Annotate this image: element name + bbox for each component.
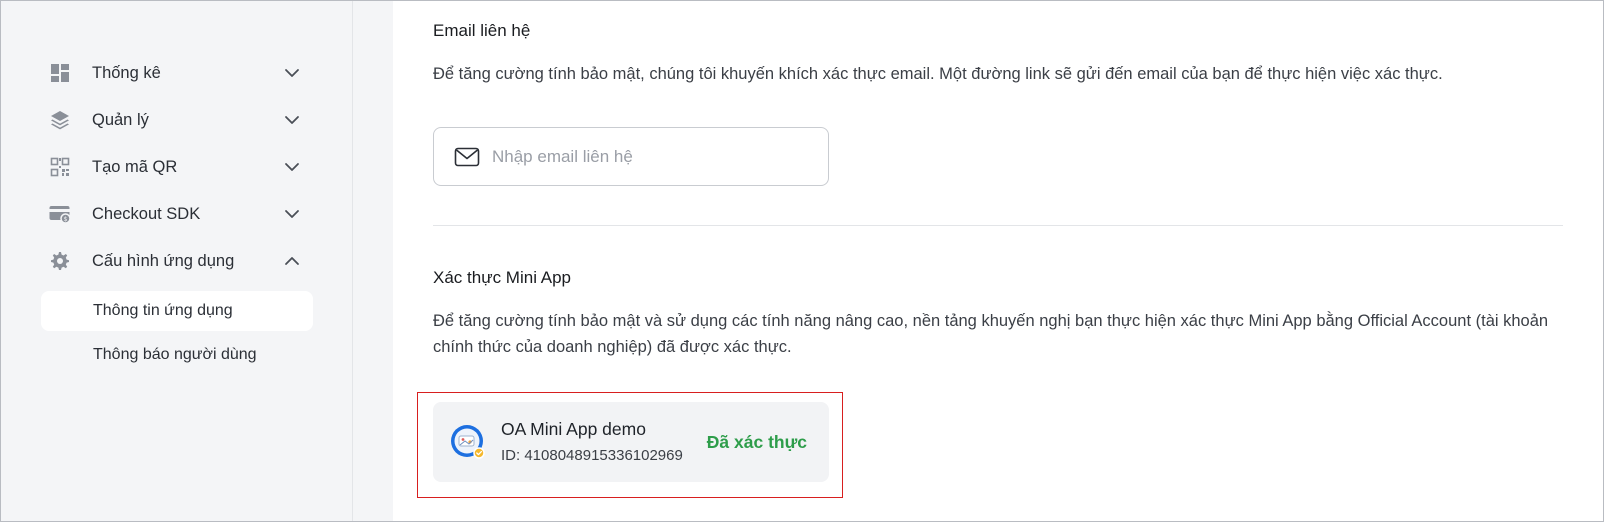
sidebar-item-quan-ly[interactable]: Quản lý	[41, 102, 313, 138]
layers-icon	[49, 109, 71, 131]
chevron-down-icon	[285, 116, 299, 124]
verified-status-badge: Đã xác thực	[706, 432, 807, 452]
oa-name: OA Mini App demo	[501, 419, 646, 439]
mini-app-section-description: Để tăng cường tính bảo mật và sử dụng cá…	[433, 312, 1549, 356]
sidebar-item-label: Cấu hình ứng dụng	[92, 251, 235, 270]
sidebar-gutter	[353, 1, 393, 521]
sidebar-item-cau-hinh-ung-dung[interactable]: Cấu hình ứng dụng	[41, 243, 313, 279]
oa-id: ID: 4108048915336102969	[501, 447, 683, 464]
mini-app-section-title: Xác thực Mini App	[433, 268, 572, 287]
qr-code-icon	[49, 156, 71, 178]
mail-icon	[454, 147, 480, 166]
chevron-down-icon	[285, 69, 299, 77]
dashboard-icon	[49, 62, 71, 84]
sidebar-item-label: Tạo mã QR	[92, 157, 178, 176]
main-content: Email liên hệ Để tăng cường tính bảo mật…	[393, 1, 1603, 521]
sidebar: Thống kê Quản lý Tạo mã QR $ Checkout SD…	[1, 1, 353, 521]
sidebar-item-label: Quản lý	[92, 110, 149, 129]
sidebar-item-thong-ke[interactable]: Thống kê	[41, 55, 313, 91]
chevron-down-icon	[285, 210, 299, 218]
sidebar-subitem-thong-tin-ung-dung[interactable]: Thông tin ứng dụng	[41, 291, 313, 331]
sidebar-item-label: Checkout SDK	[92, 204, 201, 223]
email-section-title: Email liên hệ	[433, 21, 531, 40]
sidebar-item-label: Thống kê	[92, 63, 161, 82]
oa-card[interactable]: OA Mini App demo ID: 4108048915336102969…	[433, 402, 829, 482]
email-input-box[interactable]	[433, 127, 829, 186]
oa-avatar-icon	[451, 425, 485, 459]
svg-text:$: $	[64, 216, 68, 223]
email-input[interactable]	[492, 146, 812, 167]
payment-card-icon: $	[49, 203, 71, 225]
sidebar-item-checkout-sdk[interactable]: $ Checkout SDK	[41, 196, 313, 232]
gear-icon	[49, 250, 71, 272]
sidebar-subitem-thong-bao-nguoi-dung[interactable]: Thông báo người dùng	[41, 335, 313, 375]
chevron-up-icon	[285, 257, 299, 265]
app-frame: Thống kê Quản lý Tạo mã QR $ Checkout SD…	[0, 0, 1604, 522]
chevron-down-icon	[285, 163, 299, 171]
email-section-description: Để tăng cường tính bảo mật, chúng tôi kh…	[433, 65, 1443, 83]
section-divider	[433, 225, 1563, 226]
sidebar-item-tao-ma-qr[interactable]: Tạo mã QR	[41, 149, 313, 185]
